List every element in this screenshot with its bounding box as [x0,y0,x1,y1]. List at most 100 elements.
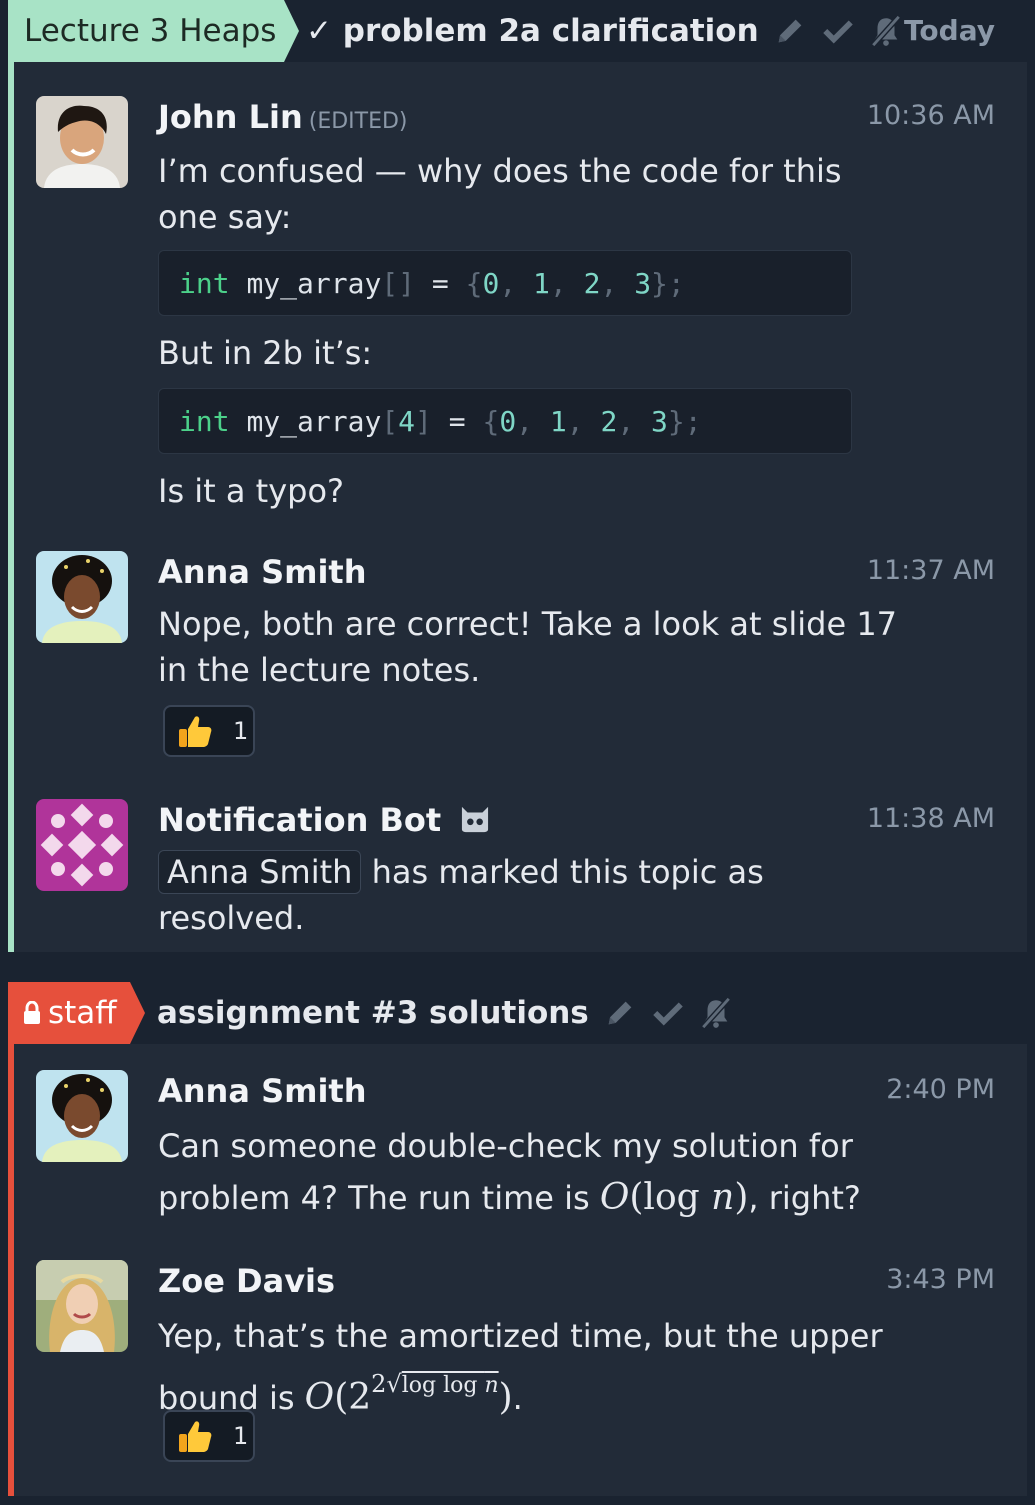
thumbs-up-icon [179,1421,212,1452]
sender-name[interactable]: Zoe Davis [158,1262,335,1300]
sender-name[interactable]: Anna Smith [158,1072,367,1110]
code-brace: { [465,267,483,300]
message-time[interactable]: 2:40 PM [886,1074,995,1105]
message-text: Yep, that’s the amortized time, but the … [158,1310,883,1424]
code-block: int my_array[] = {0, 1, 2, 3}; [158,250,852,316]
topic-header[interactable]: assignment #3 solutions [157,982,733,1044]
code-end: }; [651,267,685,300]
code-number: 1 [549,405,567,438]
lock-icon [24,1001,40,1024]
message-line: problem 4? The run time is O(log n), rig… [158,1172,861,1224]
code-bracket: [ [381,405,399,438]
reaction-thumbs-up[interactable]: 1 [163,705,255,757]
topic-header[interactable]: ✓ problem 2a clarification [306,0,903,62]
check-icon[interactable] [651,996,685,1030]
message-line: in the lecture notes. [158,651,481,689]
avatar[interactable] [36,1260,128,1352]
message-time[interactable]: 11:37 AM [867,555,995,586]
code-comma: , [566,405,601,438]
stream-name: Lecture 3 Heaps [24,13,277,49]
check-icon[interactable] [821,14,855,48]
code-comma: , [516,405,550,438]
stream-name: staff [48,995,117,1031]
code-number: 1 [533,267,550,300]
code-block: int my_array[4] = {0, 1, 2, 3}; [158,388,852,454]
mute-icon[interactable] [869,14,903,48]
message-line: I’m confused — why does the code for thi… [158,152,842,190]
edited-label: (EDITED) [308,109,408,134]
bot-icon [462,806,489,833]
topic-block-problem-2a: Lecture 3 Heaps .t1tag::after{border-lef… [8,0,1027,952]
message-line: Is it a typo? [158,472,345,510]
message-text: Nope, both are correct! Take a look at s… [158,601,897,693]
stream-color-bar [8,982,14,1496]
code-operator: = [431,267,449,300]
message-time[interactable]: 3:43 PM [886,1264,995,1295]
date-label: Today [904,14,995,47]
message-line: Nope, both are correct! Take a look at s… [158,605,898,643]
avatar[interactable] [36,799,128,891]
code-keyword: int [179,405,230,438]
message-line-text: . [512,1379,523,1417]
code-number: 2 [583,267,601,300]
message-line: resolved. [158,899,305,937]
reaction-thumbs-up[interactable]: 1 [163,1410,255,1462]
code-number: 4 [398,405,416,438]
sender-name[interactable]: John Lin (EDITED) [158,98,408,136]
stream-label[interactable]: staff [8,982,145,1044]
code-keyword: int [179,267,230,300]
topic-name[interactable]: assignment #3 solutions [157,995,589,1031]
message-line: bound is O(22√log log n). [158,1362,883,1424]
sender-name[interactable]: Anna Smith [158,553,367,591]
message-text: Can someone double-check my solution for… [158,1120,861,1224]
message-text: Anna Smith has marked this topic as reso… [158,849,764,941]
stream-label[interactable]: Lecture 3 Heaps [8,0,299,62]
message-line: Anna Smith has marked this topic as [158,849,764,895]
message-line-text: problem 4? The run time is [158,1179,590,1217]
avatar[interactable] [36,1070,128,1162]
message-time[interactable]: 10:36 AM [867,100,995,131]
stream-color-bar [8,0,14,952]
code-identifier: my_array [246,405,382,438]
message-line: Can someone double-check my solution for [158,1127,853,1165]
edit-icon[interactable] [603,996,637,1030]
code-comma: , [549,267,584,300]
code-number: 0 [482,267,500,300]
avatar[interactable] [36,96,128,188]
topic-name[interactable]: ✓ problem 2a clarification [306,13,759,49]
math-expression: O(log n) [599,1177,749,1218]
code-comma: , [499,267,534,300]
message-line-text: has marked this topic as [371,853,764,891]
thumbs-up-icon [179,716,212,747]
user-mention[interactable]: Anna Smith [158,850,362,894]
message-text: I’m confused — why does the code for thi… [158,148,842,240]
edit-icon[interactable] [773,14,807,48]
code-number: 3 [651,405,668,438]
avatar[interactable] [36,551,128,643]
code-identifier: my_array [246,267,382,300]
message-line-text: , right? [748,1179,861,1217]
reaction-count: 1 [233,717,249,745]
message-text: Is it a typo? [158,468,344,514]
mute-icon[interactable] [699,996,733,1030]
code-bracket: ] [398,267,416,300]
code-number: 0 [499,405,517,438]
code-number: 3 [634,267,652,300]
message-time[interactable]: 11:38 AM [867,803,995,834]
code-end: }; [667,405,702,438]
math-expression: O(22√log log n) [304,1370,513,1418]
message-line: Yep, that’s the amortized time, but the … [158,1317,883,1355]
code-comma: , [600,267,635,300]
code-operator: = [448,405,466,438]
sender-name-text[interactable]: John Lin [158,98,303,136]
code-number: 2 [600,405,618,438]
message-text: But in 2b it’s: [158,330,372,376]
message-line: one say: [158,198,292,236]
code-bracket: [ [381,267,399,300]
code-comma: , [617,405,652,438]
code-bracket: ] [415,405,432,438]
sender-name[interactable]: Notification Bot [158,801,492,839]
recipient-bar: Lecture 3 Heaps .t1tag::after{border-lef… [8,0,1027,62]
code-brace: { [482,405,500,438]
sender-name-text[interactable]: Notification Bot [158,801,441,839]
